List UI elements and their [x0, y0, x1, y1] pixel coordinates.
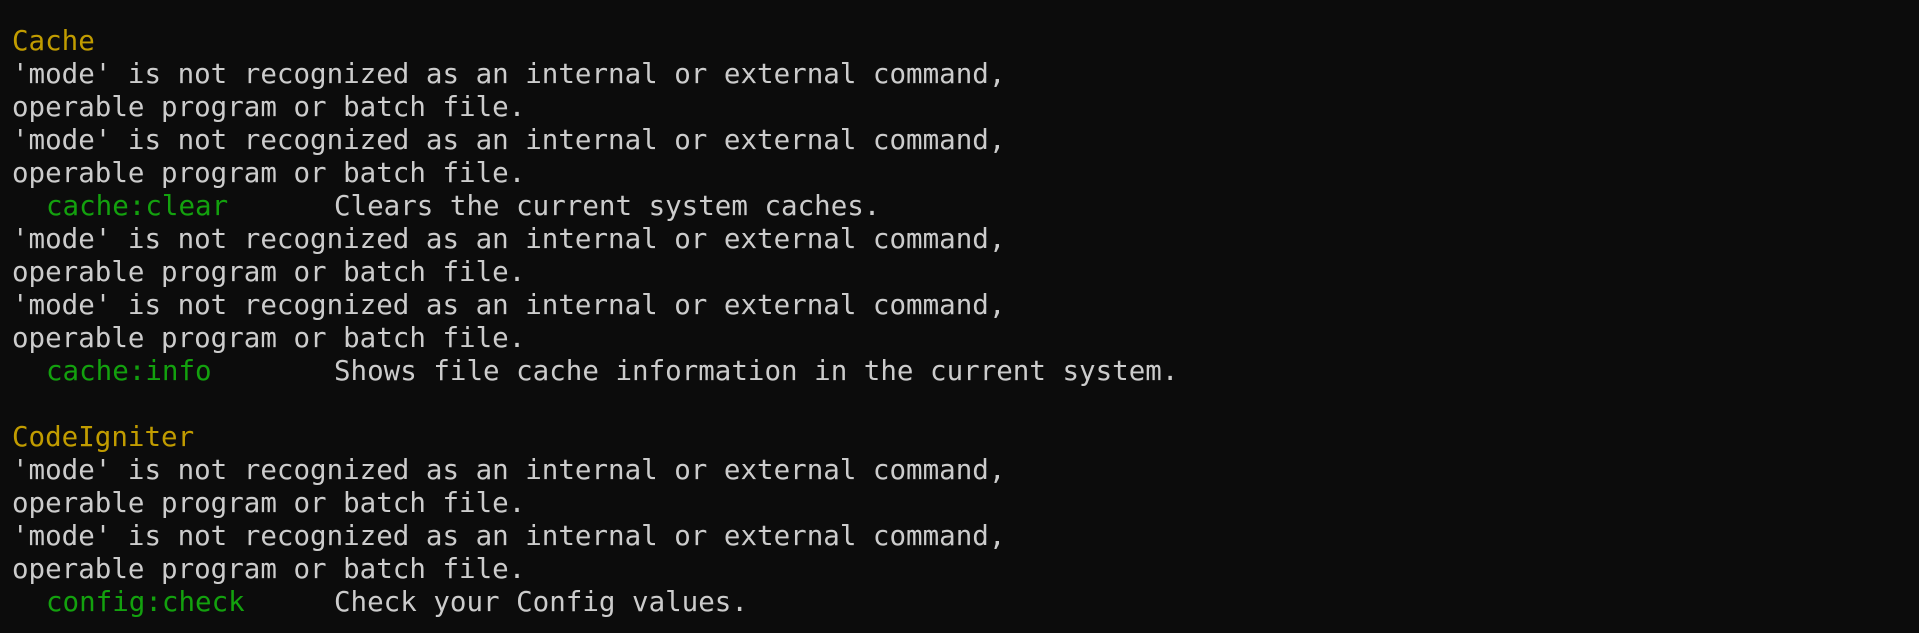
output-line: 'mode' is not recognized as an internal …	[12, 223, 1919, 256]
output-line: 'mode' is not recognized as an internal …	[12, 58, 1919, 91]
output-line-text: operable program or batch file.	[12, 91, 526, 123]
section-heading: CodeIgniter	[12, 421, 1919, 454]
output-line-text: 'mode' is not recognized as an internal …	[12, 223, 1006, 255]
output-line-text: 'mode' is not recognized as an internal …	[12, 124, 1006, 156]
output-line: operable program or batch file.	[12, 91, 1919, 124]
command-entry: config:check Check your Config values.	[12, 586, 1919, 619]
command-name: config:check	[46, 586, 245, 618]
command-name: cache:clear	[46, 190, 229, 222]
section-heading-text: Cache	[12, 25, 95, 57]
command-entry: cache:clear Clears the current system cac…	[12, 190, 1919, 223]
output-line-text: operable program or batch file.	[12, 553, 526, 585]
command-description: Clears the current system caches.	[334, 190, 881, 222]
output-line-text: operable program or batch file.	[12, 322, 526, 354]
output-line-text: 'mode' is not recognized as an internal …	[12, 289, 1006, 321]
output-line: operable program or batch file.	[12, 487, 1919, 520]
output-line-text: 'mode' is not recognized as an internal …	[12, 520, 1006, 552]
output-line-text: operable program or batch file.	[12, 256, 526, 288]
section-heading-text: CodeIgniter	[12, 421, 195, 453]
command-name: cache:info	[46, 355, 212, 387]
output-line: operable program or batch file.	[12, 157, 1919, 190]
output-line: operable program or batch file.	[12, 256, 1919, 289]
command-description: Check your Config values.	[334, 586, 748, 618]
command-entry: cache:info Shows file cache information i…	[12, 355, 1919, 388]
terminal-output: Cache'mode' is not recognized as an inte…	[12, 25, 1919, 619]
output-line-text: operable program or batch file.	[12, 487, 526, 519]
command-description: Shows file cache information in the curr…	[334, 355, 1179, 387]
output-line: 'mode' is not recognized as an internal …	[12, 124, 1919, 157]
output-line-text: 'mode' is not recognized as an internal …	[12, 454, 1006, 486]
output-line-text: operable program or batch file.	[12, 157, 526, 189]
output-line: 'mode' is not recognized as an internal …	[12, 289, 1919, 322]
output-line: 'mode' is not recognized as an internal …	[12, 454, 1919, 487]
output-line-text: 'mode' is not recognized as an internal …	[12, 58, 1006, 90]
output-line: 'mode' is not recognized as an internal …	[12, 520, 1919, 553]
section-heading: Cache	[12, 25, 1919, 58]
output-line: operable program or batch file.	[12, 322, 1919, 355]
output-line: operable program or batch file.	[12, 553, 1919, 586]
